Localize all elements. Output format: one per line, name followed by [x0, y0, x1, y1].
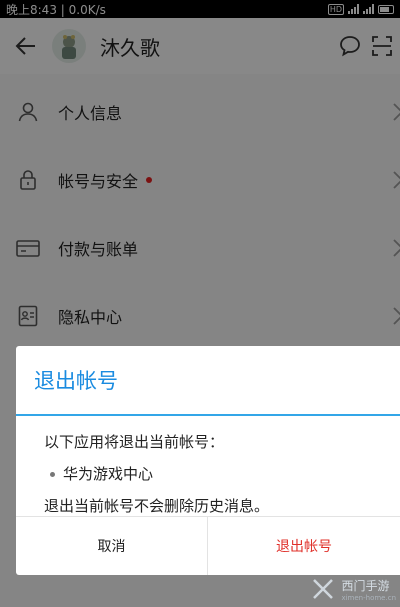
bullet-icon — [50, 471, 55, 477]
watermark-subtitle: ximen-home.cn — [341, 593, 396, 602]
watermark: 西门手游 ximen-home.cn — [309, 575, 396, 603]
logout-button[interactable]: 退出帐号 — [208, 517, 400, 575]
dialog-app-item: 华为游戏中心 — [44, 458, 400, 490]
dialog-body: 以下应用将退出当前帐号： 华为游戏中心 退出当前帐号不会删除历史消息。 — [16, 416, 400, 522]
watermark-logo-icon — [313, 579, 334, 599]
dialog-intro-text: 以下应用将退出当前帐号： — [44, 433, 225, 451]
watermark-title: 西门手游 — [341, 578, 390, 593]
dialog-app-name: 华为游戏中心 — [63, 465, 154, 483]
cancel-button[interactable]: 取消 — [16, 517, 208, 575]
dialog-title: 退出帐号 — [16, 346, 400, 416]
dialog-actions: 取消 退出帐号 — [16, 516, 400, 575]
logout-dialog: 退出帐号 以下应用将退出当前帐号： 华为游戏中心 退出当前帐号不会删除历史消息。… — [16, 346, 400, 575]
